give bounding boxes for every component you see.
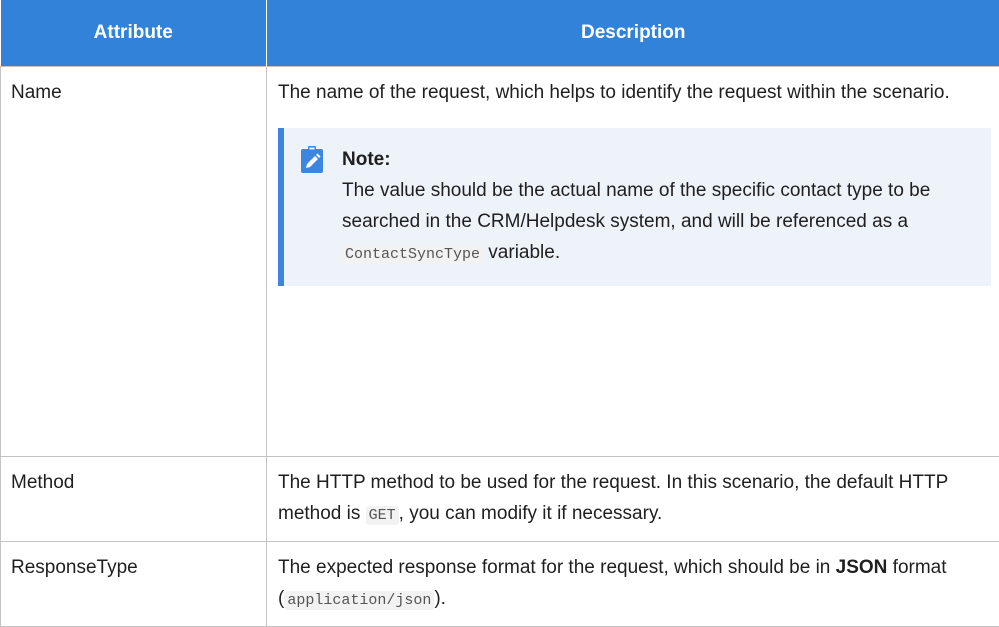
- description-cell: The HTTP method to be used for the reque…: [267, 457, 999, 542]
- header-attribute: Attribute: [1, 0, 267, 67]
- note-text-end: variable.: [483, 242, 560, 263]
- table-header-row: Attribute Description: [1, 0, 999, 67]
- attribute-name: ResponseType: [11, 557, 138, 578]
- method-code: GET: [366, 506, 399, 525]
- table-row: Name The name of the request, which help…: [1, 67, 999, 457]
- attribute-name: Method: [11, 472, 74, 493]
- attribute-cell: Name: [1, 67, 267, 457]
- description-text: The name of the request, which helps to …: [278, 77, 993, 108]
- attribute-cell: ResponseType: [1, 542, 267, 627]
- header-description: Description: [267, 0, 999, 67]
- note-title: Note:: [342, 144, 977, 175]
- edit-note-icon: [300, 146, 324, 184]
- note-content: Note: The value should be the actual nam…: [342, 144, 977, 270]
- attribute-name: Name: [11, 82, 62, 103]
- description-text-end: ).: [434, 588, 446, 609]
- note-text: The value should be the actual name of t…: [342, 180, 930, 232]
- table-row: ResponseType The expected response forma…: [1, 542, 999, 627]
- description-cell: The expected response format for the req…: [267, 542, 999, 627]
- description-text-end: , you can modify it if necessary.: [399, 503, 663, 524]
- note-code: ContactSyncType: [342, 245, 483, 264]
- table-row: Method The HTTP method to be used for th…: [1, 457, 999, 542]
- note-box: Note: The value should be the actual nam…: [278, 128, 991, 286]
- attribute-cell: Method: [1, 457, 267, 542]
- description-text: The expected response format for the req…: [278, 557, 836, 578]
- attribute-table: Attribute Description Name The name of t…: [0, 0, 999, 627]
- description-cell: The name of the request, which helps to …: [267, 67, 999, 457]
- response-code: application/json: [284, 591, 434, 610]
- format-bold: JSON: [836, 557, 888, 578]
